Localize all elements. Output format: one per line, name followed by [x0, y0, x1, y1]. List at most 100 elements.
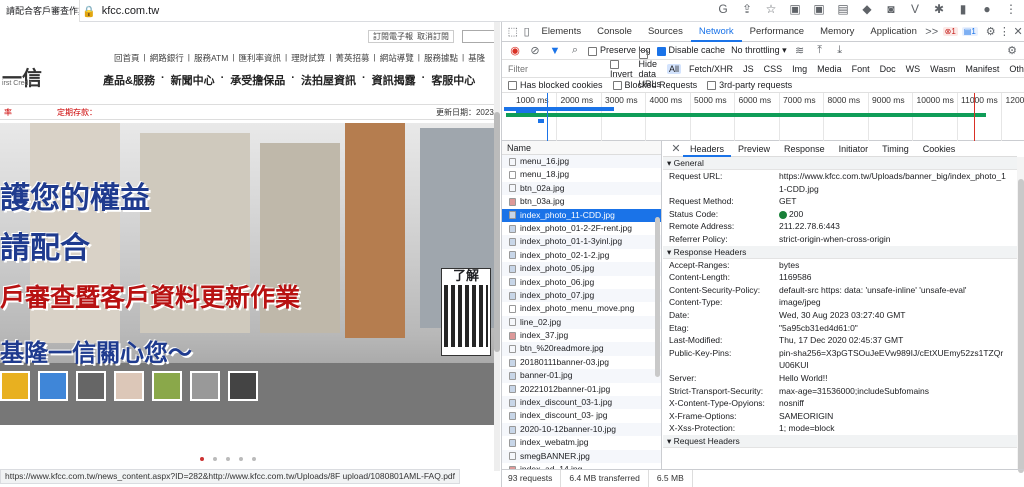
google-icon[interactable]: G [716, 2, 730, 16]
download-icon[interactable]: ⤓ [833, 44, 847, 57]
invert-checkbox[interactable]: Invert [610, 58, 633, 79]
request-row[interactable]: index_photo_06.jpg [502, 276, 661, 289]
wifi-icon[interactable]: ≋ [793, 44, 807, 57]
request-row[interactable]: index_photo_01-2-2F-rent.jpg [502, 222, 661, 235]
request-row[interactable]: menu_18.jpg [502, 168, 661, 181]
mainnav-products[interactable]: 產品&服務 [103, 72, 155, 88]
disable-cache-checkbox[interactable]: Disable cache [656, 45, 725, 56]
star-icon[interactable]: ☆ [764, 2, 778, 16]
header-value[interactable]: bytes [779, 259, 1017, 272]
subscribe-link[interactable]: 訂閱電子報 [373, 31, 413, 42]
page-scrollbar[interactable] [494, 22, 500, 471]
pocket-icon[interactable]: ◆ [860, 2, 874, 16]
request-row[interactable]: index_photo_menu_move.png [502, 302, 661, 315]
filter-type-fetch[interactable]: Fetch/XHR [687, 64, 735, 74]
menu-icon[interactable]: ⋮ [1004, 2, 1018, 16]
header-value[interactable]: https://www.kfcc.com.tw/Uploads/banner_b… [779, 170, 1017, 195]
request-row[interactable]: index_webatm.jpg [502, 436, 661, 449]
device-toggle-icon[interactable]: ▯ [520, 25, 534, 38]
topnav-item[interactable]: 網路銀行 [148, 52, 186, 64]
topnav-item[interactable]: 網站導覽 [378, 52, 416, 64]
header-value[interactable]: GET [779, 195, 1017, 208]
carousel-dot[interactable] [226, 457, 230, 461]
throttling-select[interactable]: No throttling ▾ [731, 45, 787, 56]
request-row[interactable]: smegBANNER.jpg [502, 449, 661, 463]
inspect-icon[interactable]: ⬚ [506, 25, 520, 38]
blocked-cookies-checkbox[interactable]: Has blocked cookies [508, 80, 603, 91]
header-value[interactable]: image/jpeg [779, 296, 1017, 309]
error-badge[interactable]: ⊗1 [942, 27, 958, 36]
filter-type-css[interactable]: CSS [762, 64, 785, 74]
filter-type-ws[interactable]: WS [904, 64, 923, 74]
tab-performance[interactable]: Performance [742, 22, 812, 42]
mainnav-auction[interactable]: 法拍屋資訊 [301, 72, 356, 88]
upload-icon[interactable]: ⤒ [813, 44, 827, 57]
filter-type-font[interactable]: Font [850, 64, 872, 74]
header-value[interactable]: 1; mode=block [779, 422, 1017, 435]
carousel-dot[interactable] [252, 457, 256, 461]
checkbox-icon[interactable] [638, 49, 648, 59]
request-row[interactable]: index_discount_03- jpg [502, 409, 661, 422]
header-value[interactable]: 211.22.78.6:443 [779, 220, 1017, 233]
network-settings-icon[interactable]: ⚙ [1005, 44, 1019, 57]
header-value[interactable]: default-src https: data: 'unsafe-inline'… [779, 284, 1017, 297]
extension-icon[interactable]: ◙ [884, 2, 898, 16]
request-row[interactable]: index_photo_02-1-2.jpg [502, 249, 661, 262]
topnav-item[interactable]: 服務ATM [192, 52, 230, 64]
carousel-dot[interactable] [213, 457, 217, 461]
tab-console[interactable]: Console [589, 22, 640, 42]
filter-type-manifest[interactable]: Manifest [963, 64, 1001, 74]
carousel-dot[interactable] [239, 457, 243, 461]
clear-icon[interactable]: ⊘ [528, 44, 542, 57]
hero-banner[interactable]: 護您的權益 請配合 戶審查暨客戶資料更新作業 基隆一信關心您～ 了解 [0, 123, 500, 425]
address-url[interactable]: kfcc.com.tw [102, 5, 159, 17]
general-section-header[interactable]: ▾ General [663, 157, 1017, 170]
details-scroll-thumb[interactable] [1018, 179, 1024, 473]
topnav-item[interactable]: 菁英招募 [333, 52, 371, 64]
request-row[interactable]: index_photo_11-CDD.jpg [502, 208, 661, 222]
header-value[interactable]: nosniff [779, 397, 1017, 410]
devtools-menu-icon[interactable]: ⋮ [998, 25, 1012, 38]
request-row[interactable]: btn_03a.jpg [502, 195, 661, 208]
profile-icon[interactable]: ● [980, 2, 994, 16]
request-row[interactable]: 20221012banner-01.jpg [502, 383, 661, 396]
vpn-icon[interactable]: V [908, 2, 922, 16]
tab-memory[interactable]: Memory [812, 22, 862, 42]
header-value[interactable]: Hello World!! [779, 372, 1017, 385]
mainnav-news[interactable]: 新聞中心 [171, 72, 215, 88]
search-icon[interactable]: ⌕ [568, 44, 582, 57]
extension-icon[interactable]: ▣ [812, 2, 826, 16]
request-row[interactable]: index_photo_01-1-3yinl.jpg [502, 235, 661, 249]
sidebar-icon[interactable]: ▮ [956, 2, 970, 16]
tab-elements[interactable]: Elements [534, 22, 590, 42]
carousel-dot[interactable] [200, 457, 204, 461]
site-search-input[interactable] [462, 30, 496, 43]
tab-response[interactable]: Response [777, 141, 832, 157]
close-details-icon[interactable]: ✕ [669, 142, 683, 155]
mainnav-disclosure[interactable]: 資訊揭露 [372, 72, 416, 88]
tab-network[interactable]: Network [690, 22, 742, 42]
tab-sources[interactable]: Sources [640, 22, 691, 42]
checkbox-icon[interactable] [707, 81, 717, 91]
checkbox-icon[interactable] [588, 46, 597, 56]
unsubscribe-link[interactable]: 取消訂閱 [417, 31, 449, 42]
header-value[interactable]: strict-origin-when-cross-origin [779, 233, 1017, 246]
filter-type-other[interactable]: Other [1007, 64, 1024, 74]
more-tabs-icon[interactable]: >> [925, 26, 939, 38]
message-badge[interactable]: ▤1 [961, 27, 978, 36]
filter-type-doc[interactable]: Doc [878, 64, 898, 74]
mainnav-collateral[interactable]: 承受擔保品 [230, 72, 285, 88]
checkbox-icon[interactable] [610, 59, 619, 69]
response-headers-section[interactable]: ▾ Response Headers [663, 245, 1017, 259]
name-column-header[interactable]: Name [502, 141, 661, 155]
page-scroll-thumb[interactable] [494, 112, 500, 352]
header-value[interactable]: SAMEORIGIN [779, 410, 1017, 423]
header-value[interactable]: max-age=31536000;includeSubfomains [779, 385, 1017, 398]
topnav-item[interactable]: 匯利率資訊 [237, 52, 284, 64]
request-list-scroll-thumb[interactable] [655, 217, 660, 377]
mainnav-service[interactable]: 客服中心 [431, 72, 475, 88]
tab-preview[interactable]: Preview [731, 141, 777, 157]
request-list-scrollbar[interactable] [654, 157, 661, 469]
checkbox-icon[interactable] [612, 81, 622, 91]
filter-input[interactable] [506, 62, 604, 75]
